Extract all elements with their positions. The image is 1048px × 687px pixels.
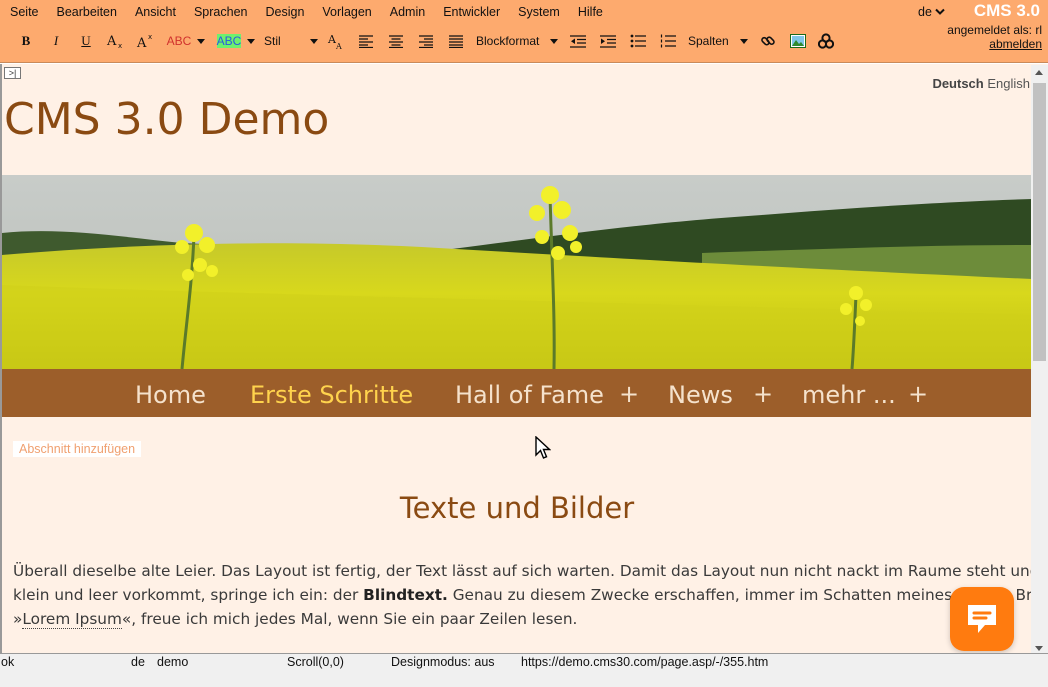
image-icon[interactable] — [788, 28, 808, 54]
chat-button[interactable] — [950, 587, 1014, 651]
status-site: demo — [157, 655, 189, 669]
language-select-value: de — [918, 5, 932, 19]
superscript-icon[interactable]: Ax — [134, 28, 158, 54]
paragraph-line-1: Überall dieselbe alte Leier. Das Layout … — [13, 562, 1048, 580]
outdent-icon[interactable] — [568, 28, 588, 54]
text-run: » — [13, 610, 23, 628]
bold-text: Blindtext. — [363, 586, 448, 604]
text-run: «, freue ich mich jedes Mal, wenn Sie ei… — [121, 610, 578, 628]
add-section-button[interactable]: Abschnitt hinzufügen — [13, 441, 142, 457]
numbered-list-icon[interactable] — [658, 28, 678, 54]
svg-text:x: x — [148, 33, 152, 41]
expand-left-panel-icon[interactable]: >| — [4, 67, 21, 79]
menu-hilfe[interactable]: Hilfe — [568, 5, 611, 19]
nav-erste-schritte[interactable]: Erste Schritte — [250, 381, 413, 409]
svg-text:A: A — [136, 36, 147, 49]
nav-home[interactable]: Home — [135, 381, 206, 409]
style-dropdown[interactable]: Stil — [264, 28, 318, 54]
scroll-thumb[interactable] — [1033, 83, 1046, 361]
svg-text:x: x — [118, 42, 122, 49]
blockformat-label: Blockformat — [476, 34, 540, 48]
cms-editor-window: Seite Bearbeiten Ansicht Sprachen Design… — [0, 0, 1048, 687]
section-heading[interactable]: Texte und Bilder — [2, 491, 1032, 525]
language-switch: Deutsch English — [932, 76, 1030, 91]
format-toolbar: B I U Ax Ax ABC ABC Stil AA Blockformat … — [0, 28, 880, 54]
plugin-icon[interactable] — [816, 28, 836, 54]
status-url: https://demo.cms30.com/page.asp/-/355.ht… — [521, 655, 769, 669]
menu-bearbeiten[interactable]: Bearbeiten — [47, 5, 125, 19]
chevron-down-icon — [935, 8, 945, 15]
italic-icon[interactable]: I — [46, 28, 66, 54]
columns-label: Spalten — [688, 34, 729, 48]
editor-chrome: Seite Bearbeiten Ansicht Sprachen Design… — [0, 0, 1048, 63]
link-icon[interactable] — [758, 28, 778, 54]
underline-icon[interactable]: U — [76, 28, 96, 54]
nav-hall-of-fame-expand-icon[interactable]: + — [619, 380, 639, 408]
vertical-scrollbar[interactable] — [1031, 65, 1048, 653]
align-center-icon[interactable] — [386, 28, 406, 54]
mouse-cursor-icon — [535, 435, 552, 465]
style-label: Stil — [264, 34, 281, 48]
paragraph-line-3: »Lorem Ipsum«, freue ich mich jedes Mal,… — [13, 607, 1023, 631]
lang-english-link[interactable]: English — [987, 76, 1030, 91]
nav-mehr[interactable]: mehr ... — [802, 381, 896, 409]
page-canvas: >| |< Deutsch English CMS 3.0 Demo — [0, 64, 1048, 653]
background-color-icon[interactable]: ABC — [214, 28, 258, 54]
scroll-down-arrow-icon[interactable] — [1035, 646, 1043, 651]
login-info: angemeldet als: rl abmelden — [947, 23, 1042, 51]
bold-icon[interactable]: B — [16, 28, 36, 54]
columns-dropdown[interactable]: Spalten — [688, 28, 748, 54]
bullet-list-icon[interactable] — [628, 28, 648, 54]
lang-deutsch-link[interactable]: Deutsch — [932, 76, 983, 91]
menu-ansicht[interactable]: Ansicht — [125, 5, 184, 19]
main-navigation: Home Erste Schritte Hall of Fame + News … — [2, 369, 1032, 417]
site-title[interactable]: CMS 3.0 Demo — [4, 94, 329, 145]
status-language: de — [131, 655, 145, 669]
paragraph-line-2: klein und leer vorkommt, springe ich ein… — [13, 583, 1042, 607]
status-design-mode: Designmodus: aus — [391, 655, 495, 669]
lorem-ipsum-link[interactable]: Lorem Ipsum — [22, 610, 122, 629]
menu-admin[interactable]: Admin — [380, 5, 433, 19]
menu-design[interactable]: Design — [255, 5, 312, 19]
align-right-icon[interactable] — [416, 28, 436, 54]
text-run: klein und leer vorkommt, springe ich ein… — [13, 586, 364, 604]
font-color-icon[interactable]: ABC — [164, 28, 208, 54]
nav-news[interactable]: News — [668, 381, 733, 409]
body-paragraph[interactable]: Überall dieselbe alte Leier. Das Layout … — [13, 559, 1048, 631]
logged-in-as: angemeldet als: rl — [947, 23, 1042, 37]
font-color-label: ABC — [166, 34, 192, 48]
chat-icon — [968, 605, 996, 633]
status-bar: ok de demo Scroll(0,0) Designmodus: aus … — [0, 653, 1048, 687]
blockformat-dropdown[interactable]: Blockformat — [476, 28, 558, 54]
nav-mehr-expand-icon[interactable]: + — [908, 380, 928, 408]
language-select[interactable]: de — [918, 5, 945, 19]
svg-text:A: A — [335, 42, 342, 50]
indent-icon[interactable] — [598, 28, 618, 54]
bg-color-label: ABC — [216, 34, 242, 48]
menu-system[interactable]: System — [508, 5, 568, 19]
menu-sprachen[interactable]: Sprachen — [184, 5, 256, 19]
nav-news-expand-icon[interactable]: + — [753, 380, 773, 408]
brand-label: CMS 3.0 — [973, 1, 1040, 20]
status-scroll: Scroll(0,0) — [287, 655, 344, 669]
align-justify-icon[interactable] — [446, 28, 466, 54]
menubar: Seite Bearbeiten Ansicht Sprachen Design… — [0, 0, 611, 24]
svg-text:A: A — [106, 34, 117, 49]
subscript-icon[interactable]: Ax — [104, 28, 128, 54]
font-size-icon[interactable]: AA — [326, 28, 346, 54]
align-left-icon[interactable] — [356, 28, 376, 54]
scroll-up-arrow-icon[interactable] — [1035, 70, 1043, 75]
status-state: ok — [1, 655, 15, 669]
hero-image — [2, 175, 1032, 369]
nav-hall-of-fame[interactable]: Hall of Fame — [455, 381, 604, 409]
menu-seite[interactable]: Seite — [0, 5, 47, 19]
logout-link[interactable]: abmelden — [947, 37, 1042, 51]
menu-vorlagen[interactable]: Vorlagen — [312, 5, 379, 19]
menu-entwickler[interactable]: Entwickler — [433, 5, 508, 19]
